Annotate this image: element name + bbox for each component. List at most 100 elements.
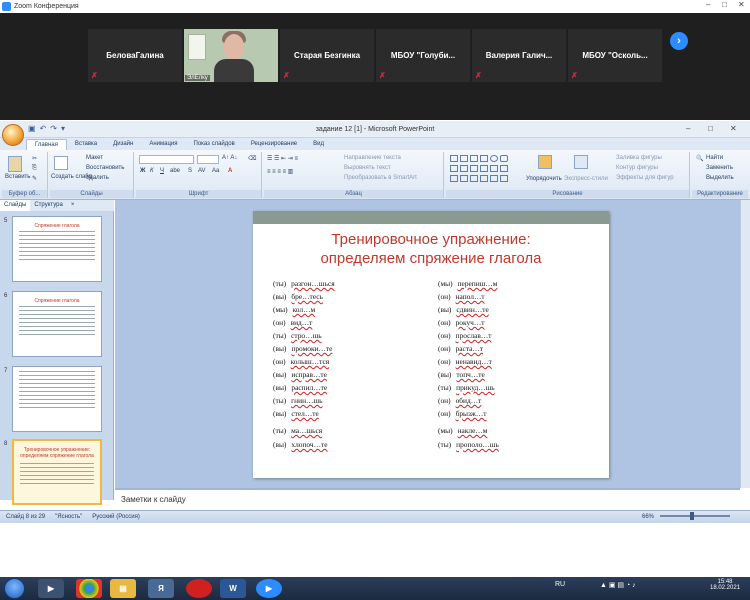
tray-icons[interactable]: ▲ ▣ ▤ ◔ ♪ <box>600 581 636 589</box>
word-icon[interactable]: W <box>220 579 246 598</box>
bold-icon[interactable]: Ж <box>140 168 145 174</box>
case-icon[interactable]: Aa <box>212 168 219 174</box>
participant-tile-video[interactable]: ЭлЕлку <box>184 29 278 82</box>
yandex-icon[interactable]: Я <box>148 579 174 598</box>
align-text-button[interactable]: Выровнять текст <box>344 165 391 171</box>
clock[interactable]: 15:48 18.02.2021 <box>710 579 740 591</box>
explorer-icon[interactable]: ▤ <box>110 579 136 598</box>
ppt-close-icon[interactable]: ✕ <box>730 124 737 133</box>
shape-effects-button[interactable]: Эффекты для фигур <box>616 175 674 181</box>
shape-cell[interactable] <box>460 155 468 162</box>
chrome-icon[interactable] <box>76 579 102 598</box>
quick-styles-button[interactable]: Экспресс-стили <box>564 176 608 182</box>
underline-icon[interactable]: Ч <box>160 168 164 174</box>
participant-tile[interactable]: МБОУ "Осколь... ✗ <box>568 29 662 82</box>
zoom-slider[interactable] <box>660 515 730 517</box>
smartart-button[interactable]: Преобразовать в SmartArt <box>344 175 417 181</box>
grow-font-icon[interactable]: A↑ A↓ <box>222 155 237 161</box>
slide-thumbnail[interactable]: Спряжение глагола <box>12 216 102 282</box>
zoom-level[interactable]: 66% <box>642 514 654 520</box>
text-direction-button[interactable]: Направление текста <box>344 155 401 161</box>
shape-cell[interactable] <box>460 175 468 182</box>
tab-animation[interactable]: Анимация <box>141 139 185 150</box>
shape-cell[interactable] <box>460 165 468 172</box>
vertical-scrollbar[interactable] <box>740 200 750 488</box>
shape-cell[interactable] <box>500 165 508 172</box>
start-button[interactable] <box>4 578 25 599</box>
ppt-maximize-icon[interactable]: □ <box>708 124 713 133</box>
shape-cell[interactable] <box>470 175 478 182</box>
participant-tile[interactable]: Валерия Галич... ✗ <box>472 29 566 82</box>
quick-styles-icon[interactable] <box>574 155 588 169</box>
ppt-minimize-icon[interactable]: – <box>686 124 690 133</box>
replace-button[interactable]: Заменить <box>706 165 733 171</box>
shape-cell[interactable] <box>490 165 498 172</box>
tab-insert[interactable]: Вставка <box>67 139 105 150</box>
zoom-icon[interactable]: ▶ <box>256 579 282 598</box>
tab-home[interactable]: Главная <box>26 139 67 150</box>
shape-cell[interactable] <box>480 165 488 172</box>
format-painter-icon[interactable]: ✎ <box>32 175 37 182</box>
tab-slideshow[interactable]: Показ слайдов <box>186 139 243 150</box>
maximize-icon[interactable]: □ <box>722 0 727 9</box>
media-player-icon[interactable]: ▶ <box>38 579 64 598</box>
font-name-combo[interactable] <box>139 155 194 164</box>
participant-tile[interactable]: Старая Безгинка ✗ <box>280 29 374 82</box>
tab-review[interactable]: Рецензирование <box>243 139 305 150</box>
redo-icon[interactable]: ↷ <box>50 124 57 133</box>
shape-cell[interactable] <box>470 155 478 162</box>
shape-cell[interactable] <box>450 165 458 172</box>
find-button[interactable]: Найти <box>706 155 723 161</box>
paste-button[interactable]: Вставить <box>5 174 30 180</box>
shadow-icon[interactable]: S <box>188 168 192 174</box>
slide-thumbnail-selected[interactable]: Тренировочное упражнение: определяем спр… <box>12 439 102 505</box>
bullets-icon[interactable]: ☰ ☰ ⇤ ⇥ ≡ <box>267 155 298 162</box>
undo-icon[interactable]: ↶ <box>40 124 47 133</box>
next-participants-button[interactable]: › <box>670 32 688 50</box>
tab-outline[interactable]: Структура <box>30 200 66 211</box>
shape-cell[interactable] <box>470 165 478 172</box>
minimize-icon[interactable]: – <box>706 0 710 9</box>
cut-icon[interactable]: ✂ <box>32 155 37 162</box>
shape-cell[interactable] <box>450 175 458 182</box>
shape-cell[interactable] <box>500 175 508 182</box>
layout-button[interactable]: Макет <box>86 155 103 161</box>
shape-fill-button[interactable]: Заливка фигуры <box>616 155 662 161</box>
office-button[interactable] <box>2 124 24 146</box>
slide-thumbnail[interactable]: Спряжение глагола <box>12 291 102 357</box>
shape-cell[interactable] <box>450 155 458 162</box>
shape-cell[interactable] <box>490 155 498 162</box>
select-button[interactable]: Выделить <box>706 175 734 181</box>
shape-cell[interactable] <box>490 175 498 182</box>
find-icon[interactable]: 🔍 <box>696 155 703 162</box>
spacing-icon[interactable]: AV <box>198 168 206 174</box>
participant-tile[interactable]: МБОУ "Голуби... ✗ <box>376 29 470 82</box>
language[interactable]: Русский (Россия) <box>92 514 140 520</box>
qat-dropdown-icon[interactable]: ▾ <box>61 124 65 133</box>
language-indicator[interactable]: RU <box>555 581 565 588</box>
arrange-button[interactable]: Упорядочить <box>526 176 562 182</box>
font-size-combo[interactable] <box>197 155 219 164</box>
tab-design[interactable]: Дизайн <box>105 139 141 150</box>
copy-icon[interactable]: ⎘ <box>32 165 37 172</box>
slide-thumbnail[interactable] <box>12 366 102 432</box>
shape-cell[interactable] <box>480 155 488 162</box>
clear-format-icon[interactable]: ⌫ <box>248 155 256 162</box>
reset-button[interactable]: Восстановить <box>86 165 124 171</box>
shape-outline-button[interactable]: Контур фигуры <box>616 165 658 171</box>
tab-slides[interactable]: Слайды <box>0 200 31 211</box>
close-pane-icon[interactable]: × <box>67 200 79 211</box>
save-icon[interactable]: ▣ <box>28 124 36 133</box>
shape-cell[interactable] <box>500 155 508 162</box>
tab-view[interactable]: Вид <box>305 139 332 150</box>
italic-icon[interactable]: К <box>150 168 154 174</box>
app-icon[interactable] <box>186 579 212 598</box>
align-icons[interactable]: ≡ ≡ ≡ ≡ ▥ <box>267 168 293 175</box>
arrange-icon[interactable] <box>538 155 552 169</box>
paste-icon[interactable] <box>8 156 22 172</box>
new-slide-icon[interactable] <box>54 156 68 170</box>
strike-icon[interactable]: abe <box>170 168 180 174</box>
participant-tile[interactable]: БеловаГалина ✗ <box>88 29 182 82</box>
shape-cell[interactable] <box>480 175 488 182</box>
zoom-slider-knob[interactable] <box>690 512 694 520</box>
